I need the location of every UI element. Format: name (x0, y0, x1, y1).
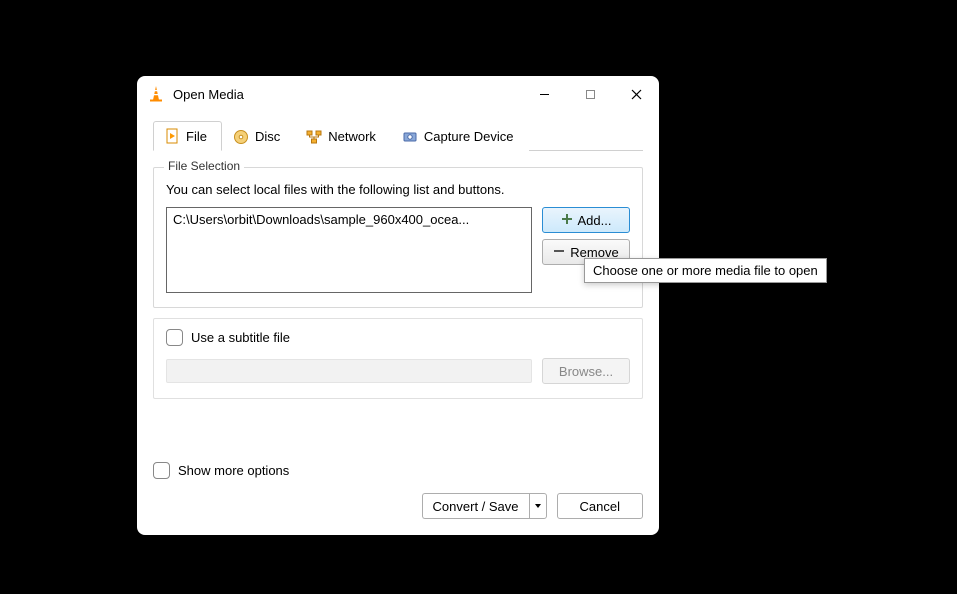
add-button-label: Add... (578, 213, 612, 228)
window-title: Open Media (173, 87, 244, 102)
tab-bar: File Disc Network Capture Device (153, 120, 643, 151)
tab-file-label: File (186, 129, 207, 144)
add-button[interactable]: Add... (542, 207, 630, 233)
file-selection-legend: File Selection (164, 159, 244, 173)
open-media-dialog: Open Media File (137, 76, 659, 535)
dialog-content: File Disc Network Capture Device (137, 112, 659, 448)
add-button-tooltip: Choose one or more media file to open (584, 258, 827, 283)
cancel-button-label: Cancel (580, 499, 620, 514)
browse-button-label: Browse... (559, 364, 613, 379)
subtitle-group: Use a subtitle file Browse... (153, 318, 643, 399)
subtitle-checkbox[interactable] (166, 329, 183, 346)
file-selection-hint: You can select local files with the foll… (166, 182, 630, 197)
tab-capture[interactable]: Capture Device (391, 121, 529, 151)
window-controls (521, 76, 659, 112)
minus-icon (553, 245, 565, 260)
tab-capture-label: Capture Device (424, 129, 514, 144)
browse-button: Browse... (542, 358, 630, 384)
convert-save-label: Convert / Save (433, 499, 519, 514)
tab-disc-label: Disc (255, 129, 280, 144)
capture-icon (402, 129, 418, 145)
file-list[interactable]: C:\Users\orbit\Downloads\sample_960x400_… (166, 207, 532, 293)
close-button[interactable] (613, 76, 659, 112)
tab-network-label: Network (328, 129, 376, 144)
show-more-label: Show more options (178, 463, 289, 478)
show-more-checkbox[interactable] (153, 462, 170, 479)
titlebar: Open Media (137, 76, 659, 112)
tab-file[interactable]: File (153, 121, 222, 151)
convert-save-dropdown-arrow[interactable] (529, 493, 547, 519)
network-icon (306, 129, 322, 145)
minimize-button[interactable] (521, 76, 567, 112)
dialog-footer: Show more options Convert / Save Cancel (137, 448, 659, 535)
disc-icon (233, 129, 249, 145)
vlc-cone-icon (147, 85, 165, 103)
tab-network[interactable]: Network (295, 121, 391, 151)
plus-icon (561, 213, 573, 228)
convert-save-button[interactable]: Convert / Save (422, 493, 547, 519)
cancel-button[interactable]: Cancel (557, 493, 643, 519)
file-selection-group: File Selection You can select local file… (153, 167, 643, 308)
tab-disc[interactable]: Disc (222, 121, 295, 151)
subtitle-checkbox-label: Use a subtitle file (191, 330, 290, 345)
subtitle-path-field (166, 359, 532, 383)
file-list-item[interactable]: C:\Users\orbit\Downloads\sample_960x400_… (173, 212, 469, 227)
file-icon (164, 128, 180, 144)
maximize-button[interactable] (567, 76, 613, 112)
